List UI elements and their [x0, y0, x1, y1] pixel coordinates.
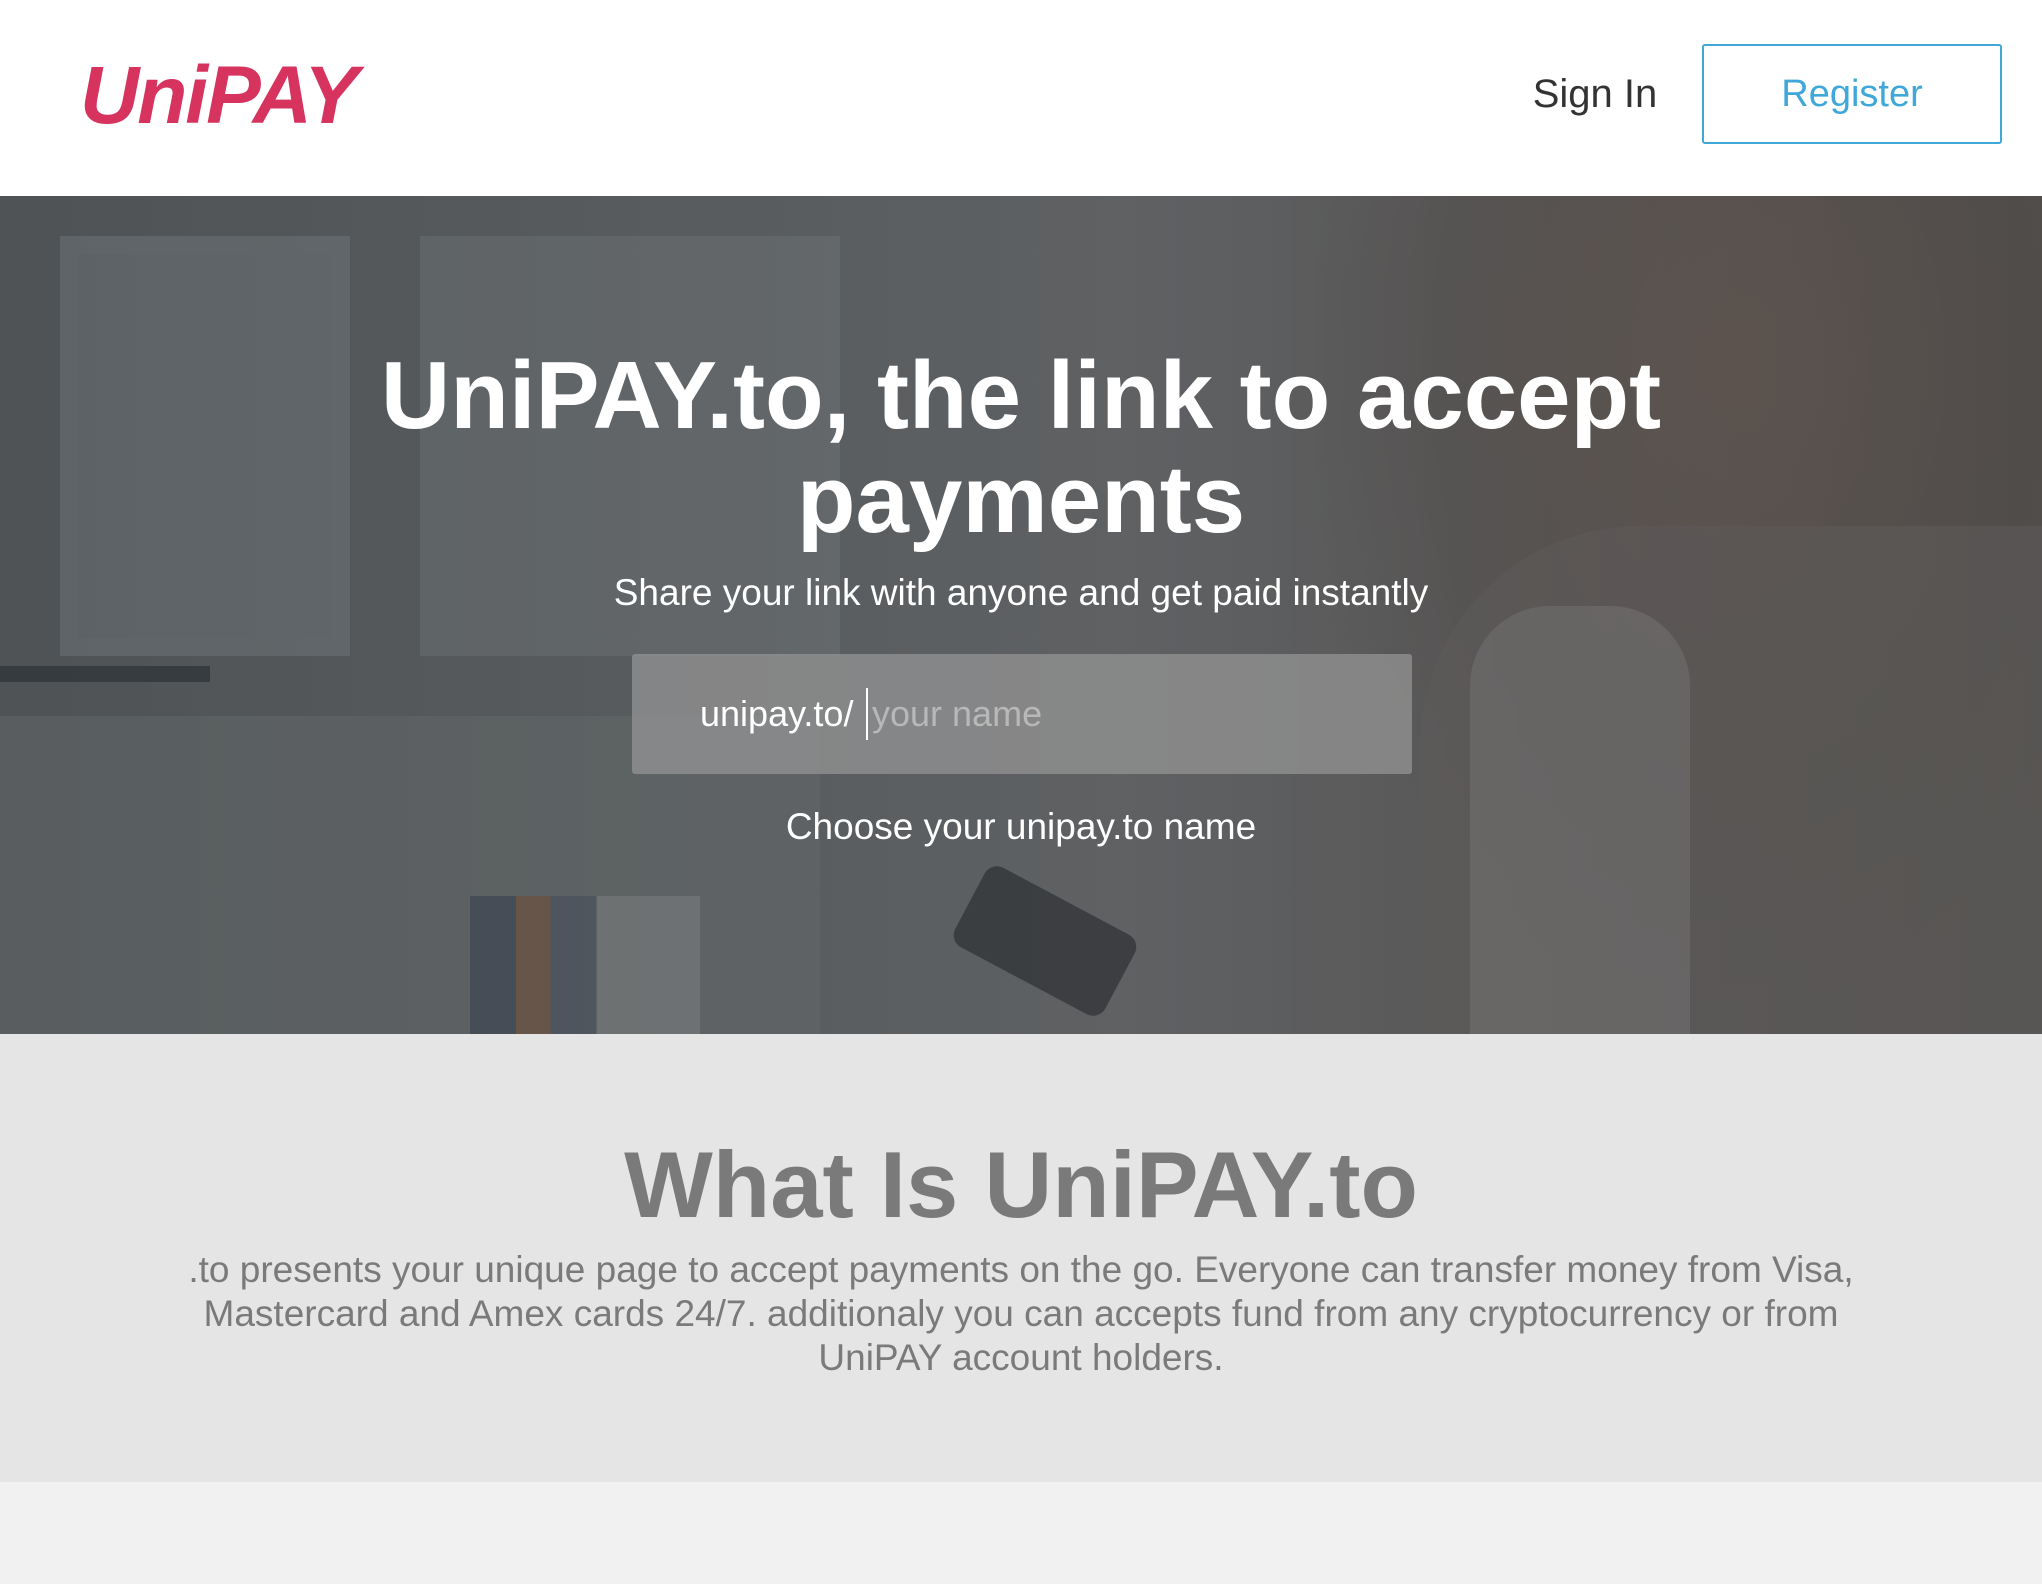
- what-is-title: What Is UniPAY.to: [624, 1132, 1418, 1237]
- choose-name-hint: Choose your unipay.to name: [785, 806, 1257, 847]
- hero-subtitle: Share your link with anyone and get paid…: [613, 572, 1429, 613]
- site-header: UniPAY Sign In Register: [0, 0, 2042, 196]
- hero-section: UniPAY.to, the link to accept payments S…: [0, 196, 2042, 1034]
- hero-title: UniPAY.to, the link to accept payments: [380, 342, 1662, 553]
- unipay-name-input[interactable]: [866, 688, 1366, 740]
- register-button[interactable]: Register: [1702, 44, 2002, 144]
- link-prefix: unipay.to/: [700, 693, 854, 734]
- sign-in-link[interactable]: Sign In: [1480, 64, 1710, 124]
- unipay-logo[interactable]: UniPAY: [80, 46, 359, 146]
- unipay-link-field[interactable]: unipay.to/: [632, 654, 1412, 774]
- what-is-description: .to presents your unique page to accept …: [188, 1249, 1854, 1378]
- footer-strip: [0, 1482, 2042, 1584]
- what-is-section: What Is UniPAY.to .to presents your uniq…: [0, 1034, 2042, 1482]
